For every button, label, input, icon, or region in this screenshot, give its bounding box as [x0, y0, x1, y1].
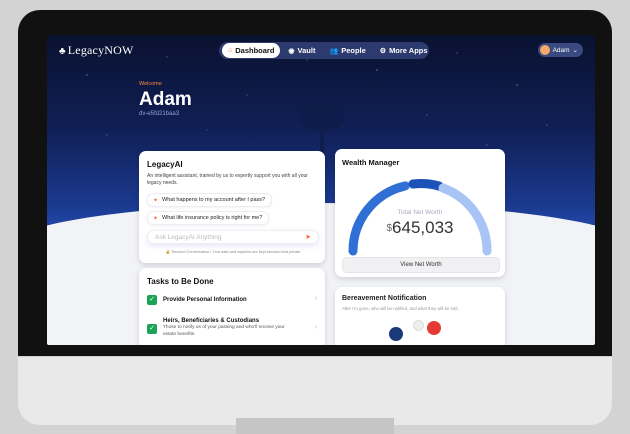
bereavement-title: Bereavement Notification: [342, 295, 427, 302]
legacyai-title: LegacyAI: [147, 160, 183, 169]
view-net-worth-button[interactable]: View Net Worth: [342, 257, 500, 273]
people-icon: 👥: [329, 47, 339, 55]
task-title: Provide Personal Information: [163, 297, 247, 303]
chevron-right-icon: ›: [314, 324, 317, 331]
tree-logo-icon: ♣: [59, 46, 66, 57]
task-row[interactable]: ✓ Heirs, Beneficiaries & Custodians Those…: [147, 318, 317, 338]
wealth-title: Wealth Manager: [342, 158, 400, 167]
lock-icon: 🔒: [165, 250, 171, 254]
nav-people[interactable]: 👥 People: [323, 43, 371, 58]
chevron-right-icon: ›: [314, 295, 317, 302]
user-menu[interactable]: Adam ⌄: [537, 43, 583, 57]
nav-more-apps[interactable]: ⚙ More Apps: [374, 43, 434, 58]
amount-value: 645,033: [392, 218, 454, 237]
secure-note-text: Secured Conversation • Your data and inq…: [171, 250, 301, 254]
chevron-down-icon: ⌄: [572, 47, 578, 54]
sparkle-icon: ✦: [153, 197, 159, 204]
task-row[interactable]: ✓ Provide Personal Information ›: [147, 295, 317, 305]
secure-note: 🔒 Secured Conversation • Your data and i…: [147, 249, 319, 254]
tree-illustration: [300, 103, 344, 153]
ask-input[interactable]: Ask LegacyAI Anything ➤: [147, 230, 319, 244]
tasks-card: Tasks to Be Done ✓ Provide Personal Info…: [139, 268, 325, 345]
red-cross-icon: [427, 321, 441, 335]
suggestion-chip[interactable]: ✦ What happens to my account after I pass…: [147, 193, 273, 207]
screen: ♣ LegacyNOW ⌂ Dashboard ◉ Vault 👥 People ⚙ Mo…: [47, 35, 595, 345]
legacyai-card: LegacyAI An intelligent assistant, train…: [139, 151, 325, 263]
nav-dashboard[interactable]: ⌂ Dashboard: [222, 43, 281, 58]
logo-text: LegacyNOW: [67, 43, 134, 57]
monitor-chin: [18, 356, 612, 425]
nav-vault[interactable]: ◉ Vault: [282, 43, 321, 58]
total-net-worth-label: Total Net Worth: [397, 209, 443, 216]
suggestion-text: What life insurance policy is right for …: [162, 215, 263, 221]
task-subtitle: Those to notify us of your passing and w…: [163, 325, 285, 337]
bereavement-card: Bereavement Notification After I'm gone,…: [335, 287, 505, 345]
ask-placeholder: Ask LegacyAI Anything: [155, 233, 222, 241]
irs-seal-icon: [389, 327, 403, 341]
app-logo[interactable]: ♣ LegacyNOW: [59, 43, 134, 58]
send-icon[interactable]: ➤: [305, 233, 311, 241]
top-bar: ♣ LegacyNOW ⌂ Dashboard ◉ Vault 👥 People ⚙ Mo…: [47, 35, 595, 65]
sparkle-icon: ✦: [153, 215, 159, 222]
suggestion-chip[interactable]: ✦ What life insurance policy is right for…: [147, 211, 270, 225]
wealth-manager-card: Wealth Manager Total Net Worth $645,033 …: [335, 149, 505, 277]
nav-label: More Apps: [389, 46, 428, 55]
user-greeting-name: Adam: [139, 89, 192, 110]
avatar: [539, 45, 550, 55]
institution-icon: [413, 320, 424, 331]
check-icon: ✓: [147, 324, 157, 334]
monitor-stand: [236, 418, 394, 434]
task-title: Heirs, Beneficiaries & Custodians: [163, 318, 260, 324]
check-icon: ✓: [147, 295, 157, 305]
suggestion-text: What happens to my account after I pass?: [162, 197, 266, 203]
vault-icon: ◉: [288, 47, 295, 55]
tasks-title: Tasks to Be Done: [147, 277, 214, 286]
user-id: dv-e5fd21baa3: [139, 111, 180, 117]
welcome-label: Welcome: [139, 81, 162, 87]
bereavement-subtitle: After I'm gone, who will be notified, an…: [342, 306, 459, 311]
legacyai-description: An intelligent assistant, trained by us …: [147, 173, 308, 186]
nav-label: Vault: [297, 46, 316, 55]
nav-label: Dashboard: [235, 46, 275, 55]
apps-icon: ⚙: [379, 47, 387, 55]
home-icon: ⌂: [228, 47, 233, 54]
main-nav: ⌂ Dashboard ◉ Vault 👥 People ⚙ More Apps: [219, 42, 429, 59]
user-name: Adam: [552, 46, 570, 54]
nav-label: People: [341, 46, 366, 55]
net-worth-amount: $645,033: [335, 218, 505, 238]
